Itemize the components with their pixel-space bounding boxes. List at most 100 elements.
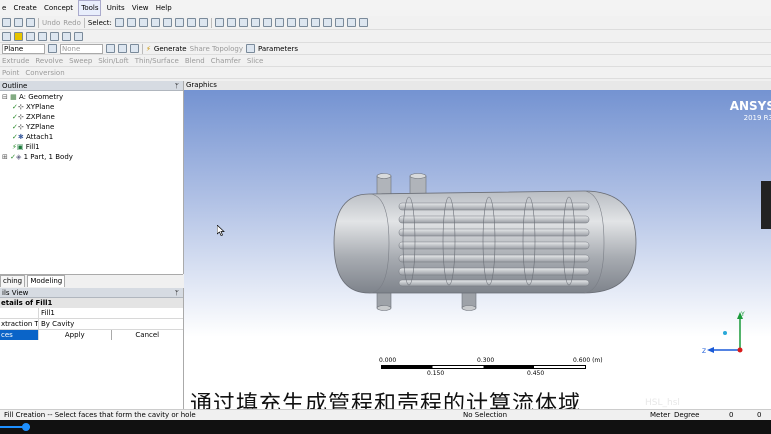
share-topology-button[interactable]: Share Topology <box>190 45 243 53</box>
sketch-icon[interactable] <box>118 44 127 53</box>
tree-node-attach1[interactable]: ✓✱ Attach1 <box>12 132 53 142</box>
wireframe-icon[interactable] <box>334 18 344 27</box>
extrude-button[interactable]: Extrude <box>2 57 29 65</box>
graphics-viewport[interactable]: Graphics ANSYS 2019 R3 0.000 0.300 0.600… <box>184 81 771 409</box>
previous-view-icon[interactable] <box>286 18 296 27</box>
tree-node-fill1[interactable]: ⚡▣ Fill1 <box>12 142 40 152</box>
new-sketch-icon[interactable] <box>106 44 115 53</box>
tree-label: XYPlane <box>25 103 55 111</box>
axis-z-label: Z <box>702 348 707 355</box>
menu-view[interactable]: View <box>130 0 151 16</box>
toolbar-plane: Plane None ⚡ Generate Share Topology Par… <box>0 43 771 55</box>
select-all-icon[interactable] <box>186 18 196 27</box>
sketch-select[interactable]: None <box>60 43 103 54</box>
menu-units[interactable]: Units <box>105 0 127 16</box>
box-zoom-icon[interactable] <box>250 18 260 27</box>
menu-tools[interactable]: Tools <box>78 0 102 16</box>
tab-sketching[interactable]: ching <box>0 275 26 287</box>
rotate-icon[interactable] <box>214 18 224 27</box>
select-mode-icon[interactable] <box>114 18 124 27</box>
face-filter-icon[interactable] <box>162 18 172 27</box>
display-mode-icon[interactable] <box>322 18 332 27</box>
point-filter-icon[interactable] <box>138 18 148 27</box>
look-at-icon[interactable] <box>38 31 47 41</box>
expand-icon[interactable]: ⊞ <box>2 153 8 161</box>
edge-filter-icon[interactable] <box>150 18 160 27</box>
parameters-button[interactable]: Parameters <box>258 45 298 53</box>
details-value[interactable]: By Cavity <box>39 319 183 329</box>
point-button[interactable]: Point <box>2 69 19 77</box>
collapse-icon[interactable]: ⊟ <box>2 93 8 101</box>
menu-bar: e Create Concept Tools Units View Help <box>0 0 771 16</box>
display-plane-icon[interactable] <box>358 18 368 27</box>
save-icon[interactable] <box>14 18 23 27</box>
tree-node-parts[interactable]: ⊞ ✓◈ 1 Part, 1 Body <box>2 152 73 162</box>
sketch-new-icon[interactable] <box>14 31 23 41</box>
new-plane-icon[interactable] <box>48 44 57 53</box>
slice-button[interactable]: Slice <box>247 57 264 65</box>
pin-icon[interactable]: ᛘ <box>175 81 179 91</box>
separator <box>38 17 39 28</box>
display-point-icon[interactable] <box>346 18 356 27</box>
magnifier-icon[interactable] <box>274 18 284 27</box>
menu-help[interactable]: Help <box>154 0 174 16</box>
video-scrubber[interactable] <box>22 423 30 431</box>
tree-label: YZPlane <box>25 123 55 131</box>
thin-surface-button[interactable]: Thin/Surface <box>135 57 179 65</box>
lightning-icon: ⚡ <box>146 44 151 53</box>
select-filter-icon[interactable] <box>126 18 136 27</box>
chamfer-button[interactable]: Chamfer <box>211 57 241 65</box>
video-progress-bar[interactable] <box>0 420 771 434</box>
zoom-fit-icon[interactable] <box>262 18 272 27</box>
details-value[interactable]: Fill1 <box>39 308 183 318</box>
constraint-icon[interactable] <box>62 31 71 41</box>
expand-icon[interactable] <box>198 18 208 27</box>
heat-exchanger-model <box>333 173 637 311</box>
look-icon[interactable] <box>130 44 139 53</box>
snap-icon[interactable] <box>50 31 59 41</box>
menu-file[interactable]: e <box>0 0 8 16</box>
mode-tabs: ching Modeling <box>0 274 183 287</box>
tree-label: A: Geometry <box>18 93 64 101</box>
new-icon[interactable] <box>2 18 11 27</box>
pan-icon[interactable] <box>226 18 236 27</box>
screenshot-icon[interactable] <box>26 18 35 27</box>
apply-button[interactable]: Apply <box>39 330 112 340</box>
sketch-tool-icon[interactable] <box>26 31 35 41</box>
menu-concept[interactable]: Concept <box>42 0 75 16</box>
faces-row[interactable]: ces Apply Cancel <box>0 330 183 340</box>
skin-loft-button[interactable]: Skin/Loft <box>98 57 128 65</box>
generate-button[interactable]: Generate <box>154 45 187 53</box>
body-filter-icon[interactable] <box>174 18 184 27</box>
pin-icon[interactable]: ᛘ <box>175 288 179 298</box>
separator <box>83 17 85 28</box>
outline-title: Outline <box>2 82 28 90</box>
geometry-icon: ▦ <box>10 93 17 101</box>
isometric-icon[interactable] <box>310 18 320 27</box>
details-key: xtraction Type <box>1 319 39 329</box>
tree-node-geometry[interactable]: ⊟ ▦ A: Geometry <box>2 92 63 102</box>
plane-select[interactable]: Plane <box>2 43 45 54</box>
sweep-button[interactable]: Sweep <box>69 57 92 65</box>
blend-button[interactable]: Blend <box>185 57 205 65</box>
faces-key[interactable]: ces <box>0 330 39 340</box>
tree-label: Fill1 <box>25 143 40 151</box>
menu-create[interactable]: Create <box>12 0 39 16</box>
toolbar-sketch <box>0 30 771 43</box>
revolve-button[interactable]: Revolve <box>35 57 63 65</box>
tab-modeling[interactable]: Modeling <box>27 275 66 287</box>
conversion-button[interactable]: Conversion <box>25 69 64 77</box>
undo-button[interactable]: Undo <box>42 19 60 27</box>
tree-node-zxplane[interactable]: ✓⊹ ZXPlane <box>12 112 55 122</box>
dimension-icon[interactable] <box>74 31 83 41</box>
details-row[interactable]: xtraction Type By Cavity <box>0 319 183 330</box>
cancel-button[interactable]: Cancel <box>112 330 184 340</box>
tree-node-xyplane[interactable]: ✓⊹ XYPlane <box>12 102 54 112</box>
details-row[interactable]: Fill1 <box>0 308 183 319</box>
plane-new-icon[interactable] <box>2 31 11 41</box>
next-view-icon[interactable] <box>298 18 308 27</box>
zoom-icon[interactable] <box>238 18 248 27</box>
redo-button[interactable]: Redo <box>63 19 81 27</box>
toolbar-main: Undo Redo Select: <box>0 16 771 30</box>
tree-node-yzplane[interactable]: ✓⊹ YZPlane <box>12 122 54 132</box>
